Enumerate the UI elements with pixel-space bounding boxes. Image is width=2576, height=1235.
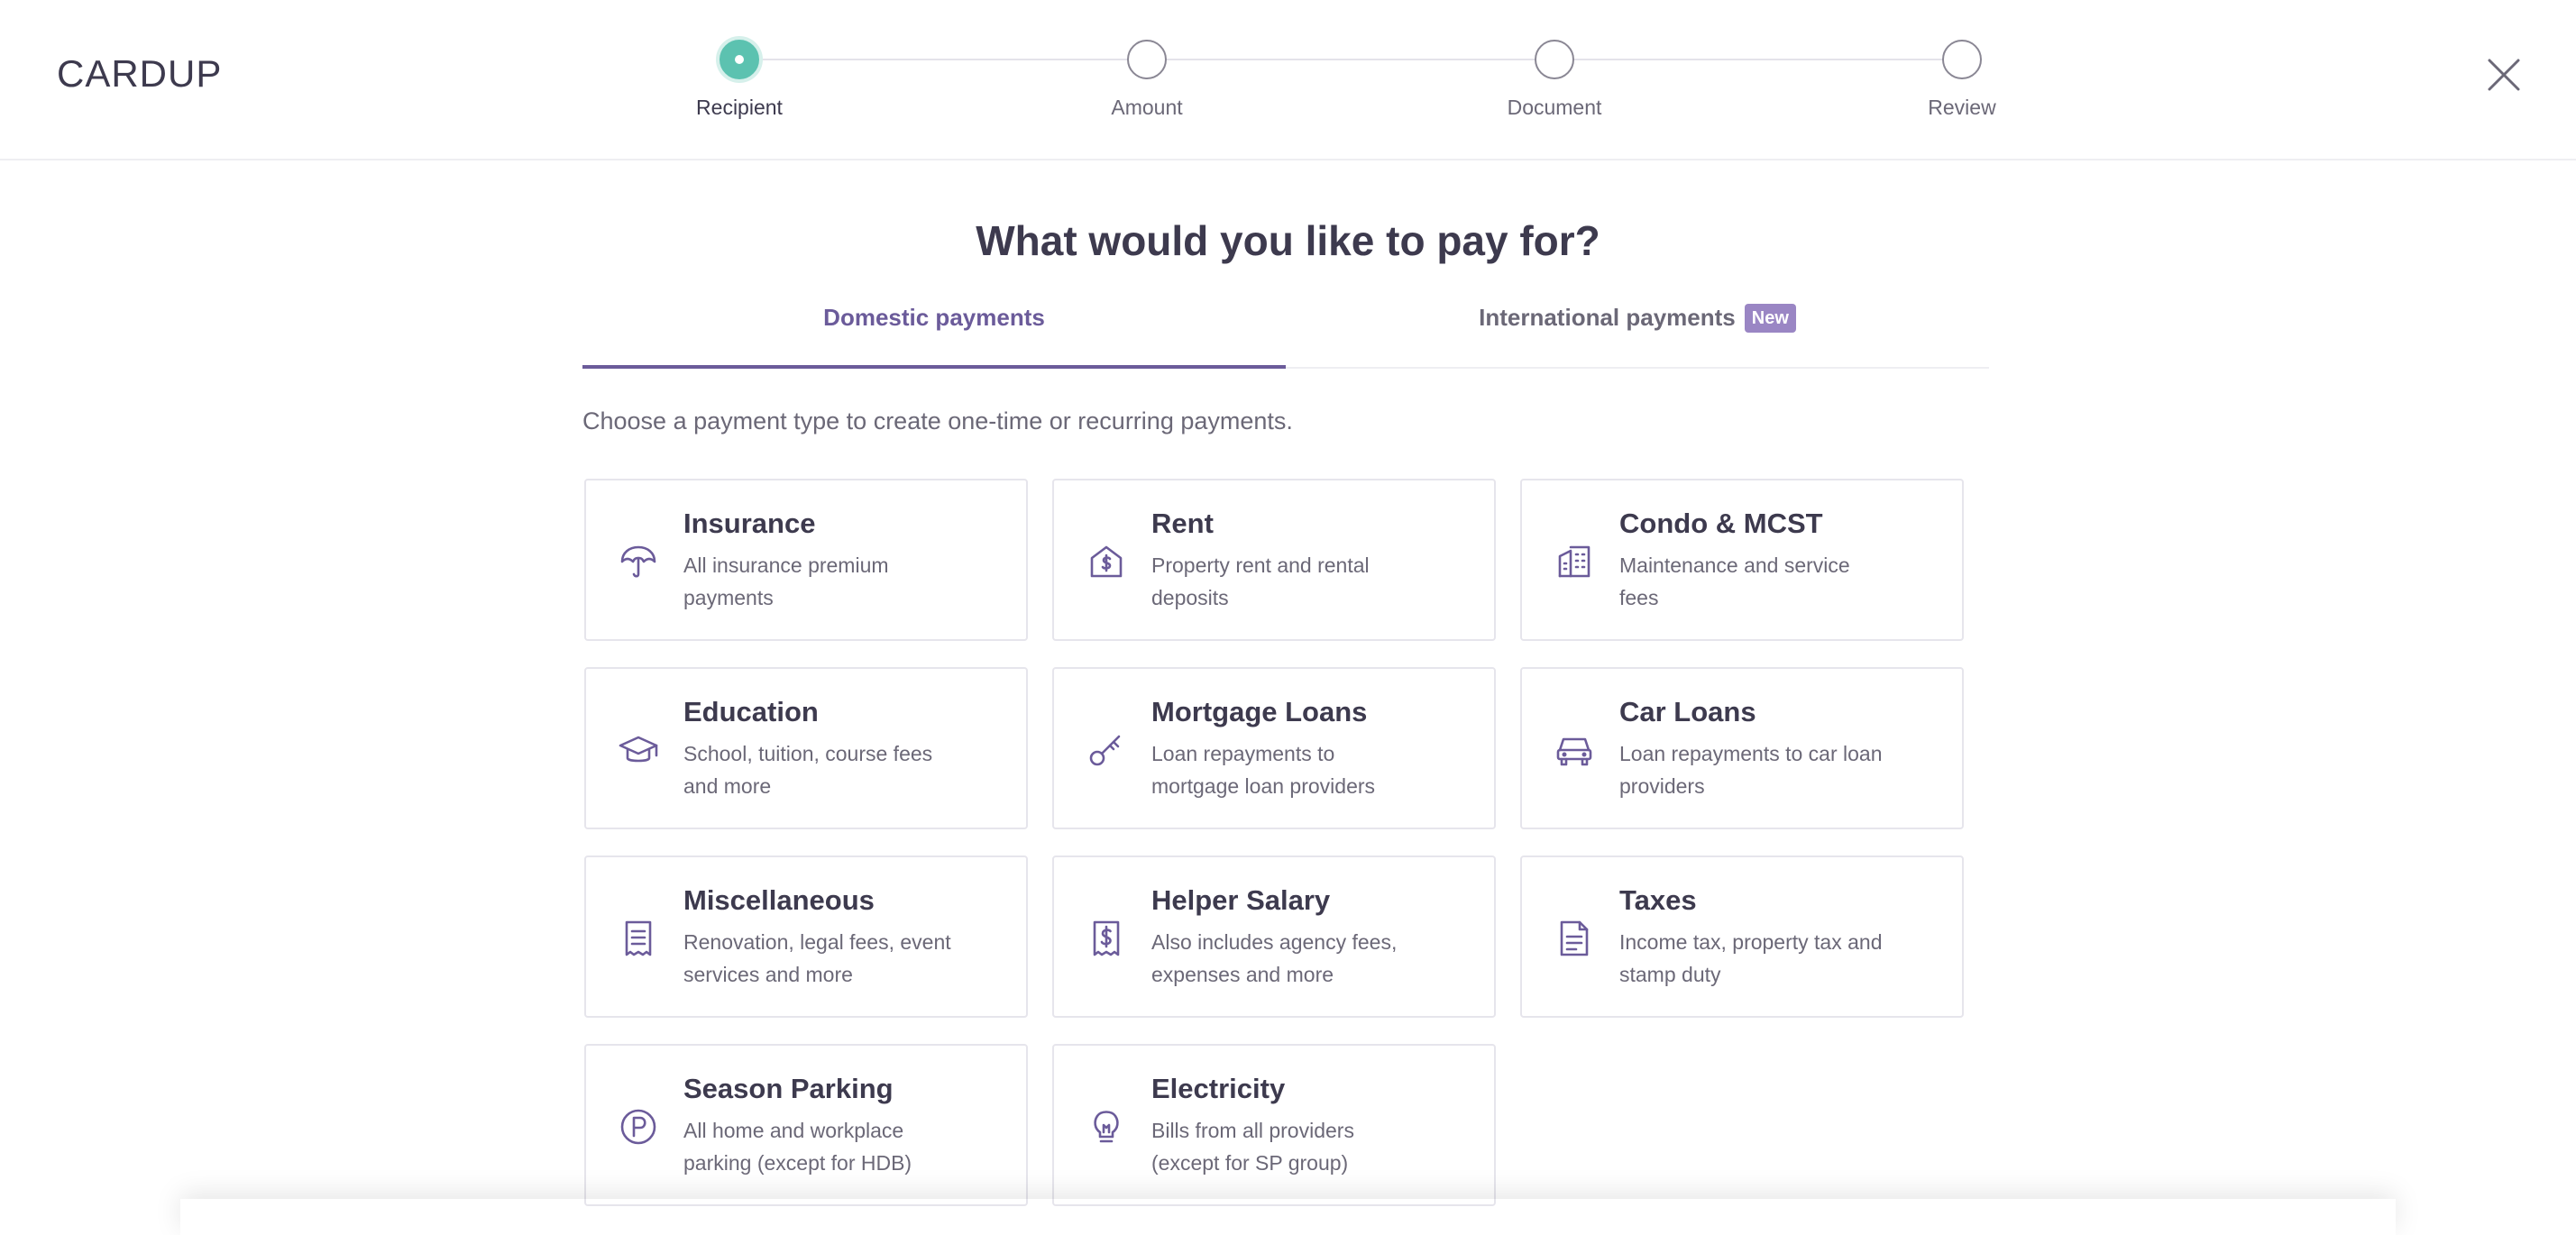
tab-label: Domestic payments <box>823 304 1045 331</box>
step-indicator <box>1127 40 1167 79</box>
step-review: Review <box>1872 40 2052 120</box>
step-indicator-active <box>720 40 759 79</box>
card-helper-salary[interactable]: Helper Salary Also includes agency fees,… <box>1052 855 1496 1018</box>
key-icon <box>1085 728 1128 772</box>
card-mortgage-loans[interactable]: Mortgage Loans Loan repayments to mortga… <box>1052 667 1496 829</box>
step-label: Recipient <box>696 96 783 119</box>
page-subtitle: Choose a payment type to create one-time… <box>582 407 1293 435</box>
parking-icon <box>617 1105 660 1148</box>
card-title: Helper Salary <box>1151 884 1331 916</box>
lightbulb-icon <box>1085 1105 1128 1148</box>
tab-domestic-payments[interactable]: Domestic payments <box>582 293 1286 369</box>
card-description: All home and workplace parking (except f… <box>683 1119 912 1175</box>
card-title: Electricity <box>1151 1073 1286 1104</box>
card-title: Education <box>683 696 819 727</box>
close-button[interactable] <box>2481 52 2526 97</box>
card-description: Loan repayments to car loan providers <box>1619 742 1883 798</box>
card-description: Maintenance and service fees <box>1619 553 1850 609</box>
card-title: Season Parking <box>683 1073 894 1104</box>
card-title: Car Loans <box>1619 696 1756 727</box>
step-indicator <box>1942 40 1982 79</box>
document-icon <box>1553 917 1596 960</box>
card-description: Loan repayments to mortgage loan provide… <box>1151 742 1376 798</box>
card-rent[interactable]: Rent Property rent and rental deposits <box>1052 479 1496 641</box>
bottom-shadow <box>180 1199 2396 1235</box>
step-label: Document <box>1507 96 1602 119</box>
top-bar: CARDUP Recipient Amount Document Review <box>0 0 2576 160</box>
card-description: Bills from all providers (except for SP … <box>1151 1119 1354 1175</box>
step-document: Document <box>1464 40 1645 120</box>
card-miscellaneous[interactable]: Miscellaneous Renovation, legal fees, ev… <box>584 855 1028 1018</box>
step-recipient: Recipient <box>649 40 830 120</box>
step-label: Amount <box>1111 96 1183 119</box>
card-description: All insurance premium payments <box>683 553 889 609</box>
card-title: Taxes <box>1619 884 1697 916</box>
card-car-loans[interactable]: Car Loans Loan repayments to car loan pr… <box>1520 667 1964 829</box>
close-icon <box>2488 59 2520 91</box>
card-taxes[interactable]: Taxes Income tax, property tax and stamp… <box>1520 855 1964 1018</box>
step-label: Review <box>1928 96 1996 119</box>
card-description: Also includes agency fees, expenses and … <box>1151 930 1398 986</box>
step-indicator <box>1535 40 1574 79</box>
progress-stepper: Recipient Amount Document Review <box>0 0 2576 160</box>
card-title: Insurance <box>683 508 816 539</box>
card-insurance[interactable]: Insurance All insurance premium payments <box>584 479 1028 641</box>
card-description: Renovation, legal fees, event services a… <box>683 930 951 986</box>
tab-international-payments[interactable]: International payments New <box>1286 293 1989 369</box>
building-icon <box>1553 540 1596 583</box>
graduation-cap-icon <box>617 728 660 772</box>
dollar-receipt-icon <box>1085 917 1128 960</box>
card-condo-mcst[interactable]: Condo & MCST Maintenance and service fee… <box>1520 479 1964 641</box>
step-amount: Amount <box>1057 40 1237 120</box>
card-description: School, tuition, course fees and more <box>683 742 933 798</box>
tab-label: International payments <box>1479 304 1736 331</box>
card-education[interactable]: Education School, tuition, course fees a… <box>584 667 1028 829</box>
card-title: Condo & MCST <box>1619 508 1823 539</box>
card-description: Property rent and rental deposits <box>1151 553 1370 609</box>
card-title: Miscellaneous <box>683 884 875 916</box>
card-description: Income tax, property tax and stamp duty <box>1619 930 1883 986</box>
new-badge: New <box>1744 304 1796 333</box>
page-title: What would you like to pay for? <box>976 217 1600 264</box>
receipt-icon <box>617 917 660 960</box>
house-dollar-icon <box>1085 540 1128 583</box>
umbrella-icon <box>617 540 660 583</box>
payment-type-tabs: Domestic payments International payments… <box>582 293 1989 369</box>
card-title: Rent <box>1151 508 1214 539</box>
card-electricity[interactable]: Electricity Bills from all providers (ex… <box>1052 1044 1496 1206</box>
card-season-parking[interactable]: Season Parking All home and workplace pa… <box>584 1044 1028 1206</box>
car-icon <box>1553 728 1596 772</box>
card-title: Mortgage Loans <box>1151 696 1368 727</box>
